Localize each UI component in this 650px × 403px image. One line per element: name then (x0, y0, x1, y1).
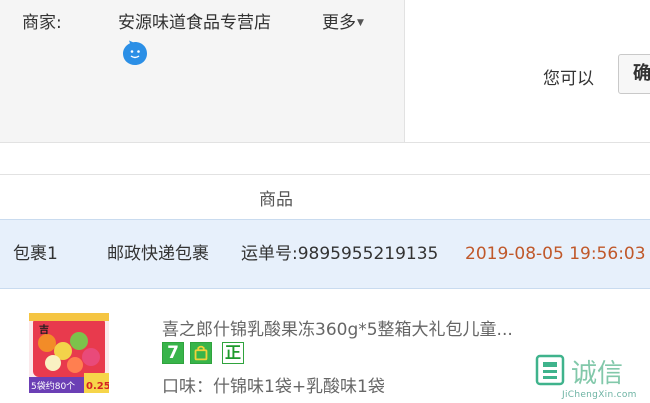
seven-day-return-badge: 7 (162, 342, 184, 364)
package-carrier: 邮政快递包裹 (107, 244, 209, 264)
action-prompt-text: 您可以 (543, 69, 594, 89)
shipment-time: 2019-08-05 19:56:03 (465, 244, 646, 264)
watermark-text: 诚信 (571, 359, 623, 389)
thumb-price-text: 0.25 (86, 381, 109, 392)
product-sku-flavor: 口味：什锦味1袋+乳酸味1袋 (162, 377, 385, 397)
watermark-url: JiChengXin.com (562, 390, 637, 400)
more-label: 更多 (322, 13, 356, 33)
thumb-promo-text: 5袋约80个 (31, 380, 75, 392)
column-header-product: 商品 (259, 190, 293, 210)
more-dropdown[interactable]: 更多▼ (322, 12, 364, 34)
product-thumbnail[interactable]: 吉 5袋约80个 0.25 (29, 313, 109, 393)
genuine-product-badge: 正 (222, 342, 244, 364)
svg-text:吉: 吉 (39, 323, 49, 336)
package-name: 包裹1 (13, 244, 58, 264)
seller-name-link[interactable]: 安源味道食品专营店 (118, 12, 271, 34)
table-header: 商品 (0, 174, 650, 219)
shopping-bag-icon (190, 342, 212, 364)
order-actions-panel (404, 0, 650, 142)
seller-label: 商家: (22, 13, 62, 33)
watermark-logo: 诚信 (535, 354, 623, 389)
chat-bubble-icon[interactable] (122, 40, 148, 66)
caret-down-icon: ▼ (357, 18, 364, 28)
product-title-link[interactable]: 喜之郎什锦乳酸果冻360g*5整箱大礼包儿童... (162, 315, 513, 340)
package-row: 包裹1 邮政快递包裹 运单号:9895955219135 2019-08-05 … (0, 219, 650, 289)
tracking-number[interactable]: 运单号:9895955219135 (241, 243, 438, 265)
confirm-receipt-button[interactable]: 确 (618, 54, 650, 94)
bag-icon (191, 343, 211, 363)
